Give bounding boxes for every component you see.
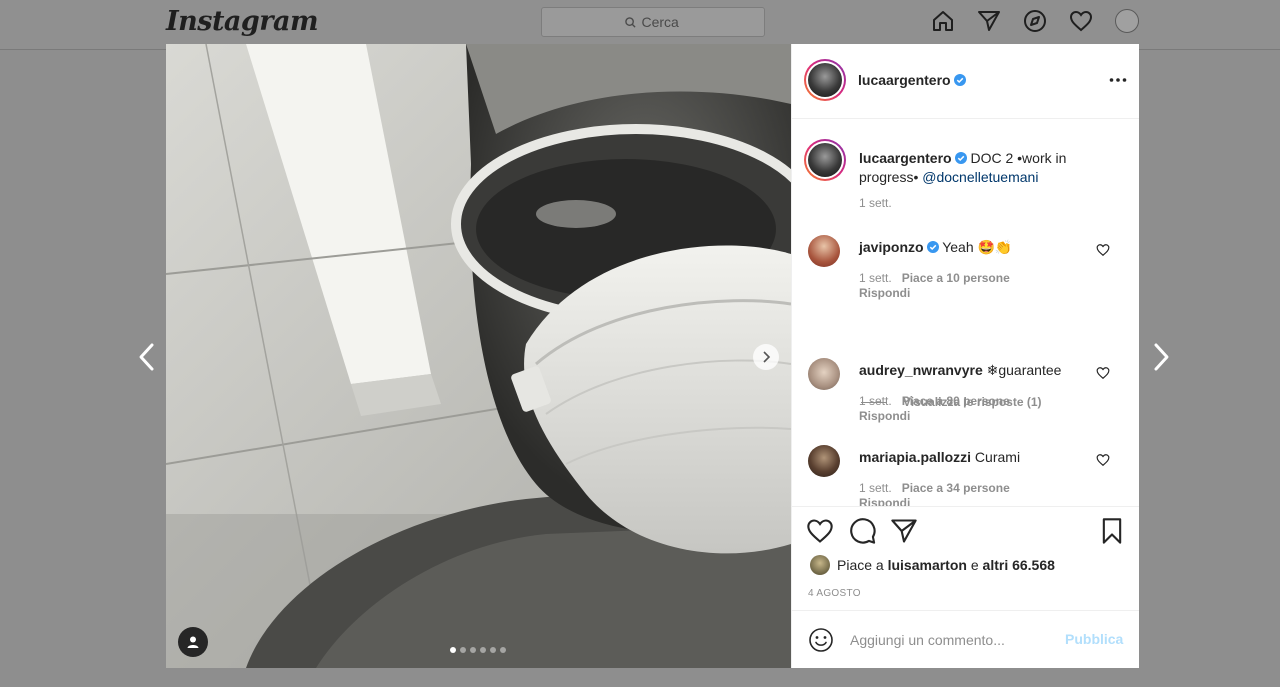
caption-author-avatar[interactable]: [804, 139, 846, 181]
tagged-users-button[interactable]: [178, 627, 208, 657]
caption-time[interactable]: 1 sett.: [859, 196, 892, 210]
carousel-next-button[interactable]: [753, 344, 779, 370]
comment-likes[interactable]: Piace a 80 persone: [902, 394, 1010, 408]
emoji-smiley-icon[interactable]: [808, 627, 834, 653]
caption-mention-link[interactable]: @docnelletuemani: [922, 169, 1038, 185]
like-heart-icon[interactable]: [806, 517, 834, 545]
comment-bubble-icon[interactable]: [849, 517, 877, 545]
instagram-logo[interactable]: Instagram: [166, 6, 319, 37]
likes-summary: Piace a luisamarton e altri 66.568: [810, 555, 1055, 575]
comment-likes[interactable]: Piace a 34 persone: [902, 481, 1010, 495]
search-icon: [624, 16, 636, 28]
other-likes-count[interactable]: altri 66.568: [983, 557, 1055, 573]
reply-button[interactable]: Rispondi: [859, 286, 910, 300]
post-date[interactable]: 4 AGOSTO: [808, 588, 861, 599]
carousel-dot: [480, 647, 486, 653]
profile-avatar-button[interactable]: [1114, 8, 1140, 34]
next-post-arrow-icon[interactable]: [1146, 340, 1176, 374]
post-header: lucaargentero: [792, 44, 1139, 119]
commenter-avatar[interactable]: [808, 235, 840, 267]
comment-time[interactable]: 1 sett.: [859, 481, 892, 495]
caption-username[interactable]: lucaargentero: [859, 150, 952, 166]
commenter-avatar[interactable]: [808, 445, 840, 477]
comment-like-heart-icon[interactable]: [1096, 453, 1110, 467]
share-direct-icon[interactable]: [890, 517, 918, 545]
comment-time[interactable]: 1 sett.: [859, 394, 892, 408]
author-username[interactable]: lucaargentero: [858, 72, 951, 88]
comment-text: Yeah 🤩👏: [938, 239, 1013, 255]
activity-heart-icon[interactable]: [1068, 8, 1094, 34]
comment-time[interactable]: 1 sett.: [859, 271, 892, 285]
likes-prefix: Piace a: [837, 557, 888, 573]
reply-button[interactable]: Rispondi: [859, 496, 910, 506]
post-side-panel: lucaargentero lucaargentero DOC 2 •work …: [791, 44, 1139, 668]
user-tag-icon: [187, 636, 199, 648]
comment-likes[interactable]: Piace a 10 persone: [902, 271, 1010, 285]
reply-button[interactable]: Rispondi: [859, 409, 910, 423]
commenter-username[interactable]: audrey_nwranvyre: [859, 362, 983, 378]
add-comment-bar: Pubblica: [792, 610, 1139, 668]
carousel-dot: [500, 647, 506, 653]
top-navigation-bar: Instagram: [0, 0, 1280, 50]
search-input[interactable]: [641, 14, 682, 30]
liker-avatar[interactable]: [810, 555, 830, 575]
carousel-indicator: [450, 647, 506, 653]
photo-scene: [166, 44, 791, 668]
commenter-username[interactable]: mariapia.pallozzi: [859, 449, 971, 465]
comment-input[interactable]: [850, 629, 1050, 651]
comment-like-heart-icon[interactable]: [1096, 243, 1110, 257]
save-bookmark-icon[interactable]: [1098, 517, 1126, 545]
post-photo[interactable]: [166, 44, 791, 668]
carousel-dot: [490, 647, 496, 653]
comments-list[interactable]: lucaargentero DOC 2 •work in progress• @…: [792, 119, 1139, 507]
comment-like-heart-icon[interactable]: [1096, 366, 1110, 380]
commenter-username[interactable]: javiponzo: [859, 239, 924, 255]
author-avatar[interactable]: [804, 59, 846, 101]
previous-post-arrow-icon[interactable]: [132, 340, 162, 374]
chevron-right-icon: [763, 351, 771, 363]
more-options-icon: [1109, 78, 1127, 82]
likes-middle: e: [966, 557, 983, 573]
publish-button[interactable]: Pubblica: [1065, 631, 1123, 647]
carousel-dot: [460, 647, 466, 653]
comment-text: Curami: [971, 449, 1021, 465]
post-modal: lucaargentero lucaargentero DOC 2 •work …: [166, 44, 1139, 668]
explore-icon[interactable]: [1022, 8, 1048, 34]
verified-badge-icon: [953, 74, 966, 86]
verified-badge-icon: [926, 241, 939, 253]
post-actions: [792, 514, 1139, 550]
search-box[interactable]: [541, 7, 765, 37]
carousel-dot: [470, 647, 476, 653]
more-options-button[interactable]: [1106, 70, 1130, 90]
liker-username[interactable]: luisamarton: [888, 557, 967, 573]
commenter-avatar[interactable]: [808, 358, 840, 390]
verified-badge-icon: [954, 152, 967, 164]
comment-text: ❄guarantee: [982, 362, 1062, 378]
profile-avatar: [1115, 9, 1139, 33]
direct-icon[interactable]: [976, 8, 1002, 34]
home-icon[interactable]: [930, 8, 956, 34]
carousel-dot: [450, 647, 456, 653]
